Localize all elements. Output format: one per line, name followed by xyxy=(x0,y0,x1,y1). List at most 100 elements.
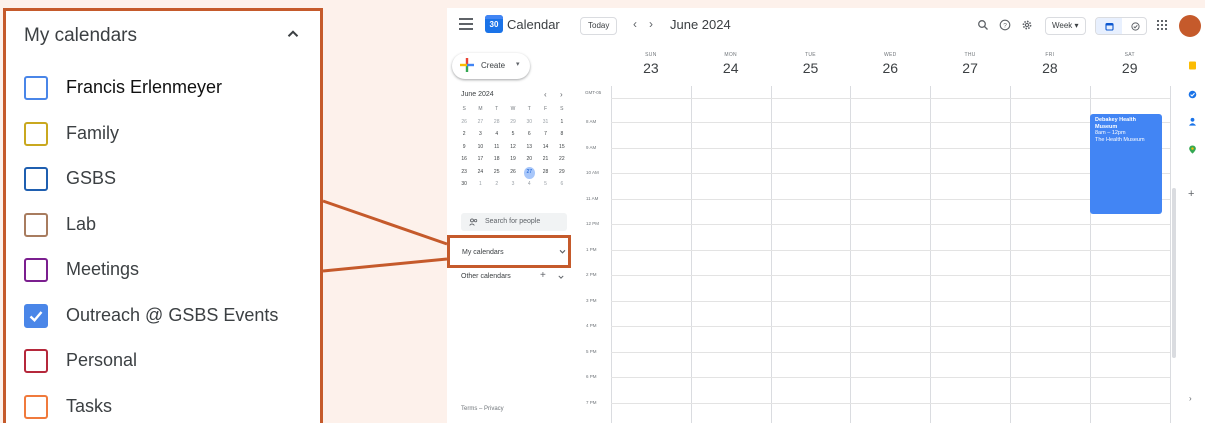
calendar-item[interactable]: GSBS xyxy=(24,166,278,212)
mini-calendar-day[interactable]: 16 xyxy=(456,154,472,167)
calendar-tasks-toggle[interactable] xyxy=(1095,17,1147,35)
settings-gear-icon[interactable] xyxy=(1021,19,1033,31)
search-people-input[interactable]: Search for people xyxy=(461,213,567,231)
mini-next-month-button[interactable]: › xyxy=(560,90,563,99)
mini-calendar-day[interactable]: 30 xyxy=(521,117,537,130)
mini-calendar-day[interactable]: 2 xyxy=(456,129,472,142)
calendar-checkbox[interactable] xyxy=(24,258,48,282)
mini-calendar-day[interactable]: 29 xyxy=(554,167,570,180)
day-column-header[interactable]: MON 24 xyxy=(691,52,771,76)
menu-icon[interactable] xyxy=(459,18,473,30)
mini-calendar-day[interactable]: 29 xyxy=(505,117,521,130)
calendar-checkbox[interactable] xyxy=(24,303,48,328)
mini-calendar-day[interactable]: 27 xyxy=(523,166,535,179)
calendar-item[interactable]: Lab xyxy=(24,212,278,258)
day-number[interactable]: 26 xyxy=(850,60,930,76)
calendar-checkbox[interactable] xyxy=(24,394,48,419)
mini-calendar-day[interactable]: 3 xyxy=(505,179,521,192)
chevron-down-icon[interactable] xyxy=(557,273,565,281)
mini-calendar-day[interactable]: 10 xyxy=(472,142,488,155)
day-column-header[interactable]: SUN 23 xyxy=(611,52,691,76)
calendar-item[interactable]: Francis Erlenmeyer xyxy=(24,75,278,121)
mini-calendar-day[interactable]: 7 xyxy=(537,129,553,142)
day-number[interactable]: 27 xyxy=(930,60,1010,76)
mini-calendar-day[interactable]: 6 xyxy=(521,129,537,142)
calendar-checkbox[interactable] xyxy=(24,167,48,191)
mini-calendar-day[interactable]: 8 xyxy=(554,129,570,142)
mini-prev-month-button[interactable]: ‹ xyxy=(544,90,547,99)
day-number[interactable]: 23 xyxy=(611,60,691,76)
calendar-checkbox[interactable] xyxy=(24,121,48,146)
mini-calendar-day[interactable]: 14 xyxy=(537,142,553,155)
mini-calendar-day[interactable]: 26 xyxy=(456,117,472,130)
mini-calendar-day[interactable]: 1 xyxy=(554,117,570,130)
help-icon[interactable]: ? xyxy=(999,19,1011,31)
mini-calendar-day[interactable]: 21 xyxy=(537,154,553,167)
mini-calendar-day[interactable]: 19 xyxy=(505,154,521,167)
mini-calendar-day[interactable]: 28 xyxy=(489,117,505,130)
tasks-view-icon[interactable] xyxy=(1122,18,1146,34)
previous-week-button[interactable]: ‹ xyxy=(633,17,637,31)
scrollbar[interactable] xyxy=(1172,188,1176,358)
mini-calendar-day[interactable]: 11 xyxy=(489,142,505,155)
mini-calendar-day[interactable]: 2 xyxy=(489,179,505,192)
create-button[interactable]: Create ▾ xyxy=(452,53,530,79)
day-column-header[interactable]: THU 27 xyxy=(930,52,1010,76)
mini-calendar-day[interactable]: 22 xyxy=(554,154,570,167)
expand-panel-icon[interactable]: › xyxy=(1189,394,1192,403)
day-number[interactable]: 28 xyxy=(1010,60,1090,76)
day-column-header[interactable]: TUE 25 xyxy=(771,52,851,76)
calendar-item[interactable]: Outreach @ GSBS Events xyxy=(24,303,278,349)
chevron-up-icon[interactable] xyxy=(284,25,302,48)
contacts-icon[interactable] xyxy=(1188,117,1197,126)
calendar-item[interactable]: Family xyxy=(24,121,278,167)
avatar[interactable] xyxy=(1179,15,1201,37)
day-number[interactable]: 25 xyxy=(771,60,851,76)
mini-calendar-day[interactable]: 6 xyxy=(554,179,570,192)
maps-icon[interactable] xyxy=(1188,145,1197,154)
mini-calendar-day[interactable]: 23 xyxy=(456,167,472,180)
mini-calendar-day[interactable]: 1 xyxy=(472,179,488,192)
terms-privacy-link[interactable]: Terms – Privacy xyxy=(461,406,504,412)
mini-calendar-day[interactable]: 26 xyxy=(505,167,521,180)
mini-calendar-day[interactable]: 17 xyxy=(472,154,488,167)
mini-calendar-day[interactable]: 12 xyxy=(505,142,521,155)
mini-calendar-day[interactable]: 31 xyxy=(537,117,553,130)
day-column-header[interactable]: SAT 29 xyxy=(1090,52,1170,76)
calendar-item[interactable]: Meetings xyxy=(24,257,278,303)
mini-calendar-day[interactable]: 5 xyxy=(537,179,553,192)
mini-calendar-day[interactable]: 4 xyxy=(489,129,505,142)
day-number[interactable]: 29 xyxy=(1090,60,1170,76)
day-number[interactable]: 24 xyxy=(691,60,771,76)
calendar-event[interactable]: Debakey Health Museum 8am – 12pm The Hea… xyxy=(1090,114,1162,214)
day-column-header[interactable]: WED 26 xyxy=(850,52,930,76)
view-select[interactable]: Week ▾ xyxy=(1045,17,1086,35)
mini-calendar-day[interactable]: 3 xyxy=(472,129,488,142)
my-calendars-highlight[interactable]: My calendars xyxy=(447,235,571,268)
mini-calendar-day[interactable]: 27 xyxy=(472,117,488,130)
mini-calendar-day[interactable]: 24 xyxy=(472,167,488,180)
day-column-header[interactable]: FRI 28 xyxy=(1010,52,1090,76)
keep-icon[interactable] xyxy=(1188,61,1197,70)
mini-calendar-day[interactable]: 9 xyxy=(456,142,472,155)
mini-calendar-day[interactable]: 20 xyxy=(521,154,537,167)
next-week-button[interactable]: › xyxy=(649,17,653,31)
mini-calendar-day[interactable]: 18 xyxy=(489,154,505,167)
add-other-calendar-icon[interactable]: + xyxy=(540,270,546,281)
today-button[interactable]: Today xyxy=(580,17,618,35)
add-addon-icon[interactable]: + xyxy=(1188,188,1194,200)
mini-calendar-day[interactable]: 13 xyxy=(521,142,537,155)
calendar-item[interactable]: Tasks xyxy=(24,394,278,423)
mini-calendar-day[interactable]: 30 xyxy=(456,179,472,192)
mini-calendar-day[interactable]: 15 xyxy=(554,142,570,155)
mini-calendar-day[interactable]: 28 xyxy=(537,167,553,180)
mini-calendar-day[interactable]: 5 xyxy=(505,129,521,142)
chevron-down-icon[interactable] xyxy=(558,247,567,256)
other-calendars-label[interactable]: Other calendars xyxy=(461,273,511,280)
calendar-checkbox[interactable] xyxy=(24,76,48,100)
calendar-checkbox[interactable] xyxy=(24,212,48,237)
tasks-icon[interactable] xyxy=(1188,90,1197,99)
calendar-checkbox[interactable] xyxy=(24,349,48,373)
my-calendars-header[interactable]: My calendars xyxy=(24,25,306,51)
search-icon[interactable] xyxy=(977,19,989,31)
